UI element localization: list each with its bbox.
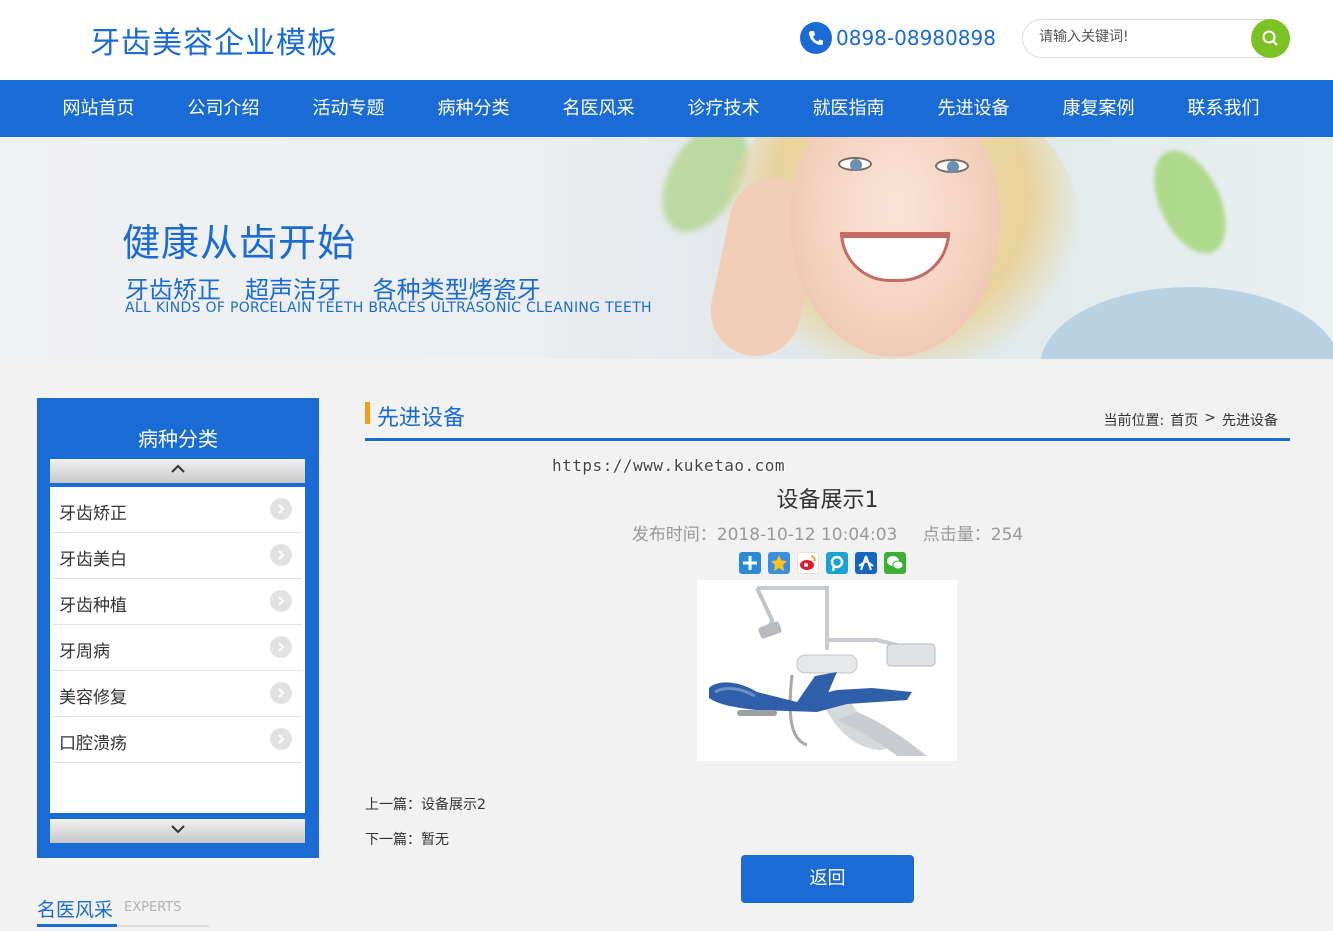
share-bar xyxy=(739,552,906,574)
sidebar-item-whitening[interactable]: 牙齿美白 xyxy=(53,533,302,579)
tencent-icon[interactable] xyxy=(826,552,848,574)
site-logo[interactable]: 牙齿美容企业模板 xyxy=(90,18,338,62)
dental-chair-image xyxy=(697,580,957,761)
sidebar-item-label: 口腔溃疡 xyxy=(59,734,127,754)
experts-subtitle: EXPERTS xyxy=(124,900,182,915)
publish-time: 发布时间：2018-10-12 10:04:03 xyxy=(631,525,898,545)
chevron-right-icon xyxy=(270,682,292,704)
nav-contact[interactable]: 联系我们 xyxy=(1161,80,1286,137)
chevron-right-icon xyxy=(270,498,292,520)
sidebar-item-label: 牙齿种植 xyxy=(59,596,127,616)
weibo-icon[interactable] xyxy=(797,552,819,574)
scroll-down-button[interactable] xyxy=(50,819,305,843)
sidebar-item-periodontal[interactable]: 牙周病 xyxy=(53,625,302,671)
equipment-photo xyxy=(697,580,957,761)
nav-techniques[interactable]: 诊疗技术 xyxy=(661,80,786,137)
sidebar-categories: 病种分类 牙齿矫正 牙齿美白 牙齿种植 牙周病 美容修复 口腔溃疡 xyxy=(37,398,319,858)
content-header: 先进设备 当前位置: 首页 > 先进设备 xyxy=(365,400,1290,441)
banner-english: ALL KINDS OF PORCELAIN TEETH BRACES ULTR… xyxy=(125,300,652,316)
phone-contact: 0898-08980898 xyxy=(800,22,996,54)
search-input[interactable] xyxy=(1039,29,1239,45)
nav-equipment[interactable]: 先进设备 xyxy=(911,80,1036,137)
breadcrumb-label: 当前位置: xyxy=(1103,413,1165,429)
leaf-decoration xyxy=(1139,139,1241,265)
chevron-down-icon xyxy=(171,825,185,834)
scroll-up-button[interactable] xyxy=(50,459,305,483)
chevron-up-icon xyxy=(171,464,185,473)
breadcrumb-current[interactable]: 先进设备 xyxy=(1222,410,1278,430)
sidebar-item-cosmetic[interactable]: 美容修复 xyxy=(53,671,302,717)
main-nav: 网站首页 公司介绍 活动专题 病种分类 名医风采 诊疗技术 就医指南 先进设备 … xyxy=(0,80,1333,137)
experts-section-header: 名医风采 EXPERTS xyxy=(37,893,209,927)
nav-doctors[interactable]: 名医风采 xyxy=(536,80,661,137)
article-title: 设备展示1 xyxy=(776,488,879,513)
experts-title[interactable]: 名医风采 xyxy=(37,895,113,922)
article-meta: 发布时间：2018-10-12 10:04:03 点击量：254 xyxy=(365,520,1290,545)
chevron-right-icon xyxy=(270,590,292,612)
nav-about[interactable]: 公司介绍 xyxy=(161,80,286,137)
search-box xyxy=(1022,19,1290,58)
category-list: 牙齿矫正 牙齿美白 牙齿种植 牙周病 美容修复 口腔溃疡 xyxy=(50,487,305,813)
chevron-right-icon xyxy=(270,544,292,566)
banner-model-shoulder xyxy=(1040,287,1333,359)
watermark-url: https://www.kuketao.com xyxy=(552,456,786,475)
sidebar-item-braces[interactable]: 牙齿矫正 xyxy=(53,487,302,533)
chevron-right-icon xyxy=(270,728,292,750)
sidebar-item-label: 牙周病 xyxy=(59,642,110,662)
sidebar-item-label: 美容修复 xyxy=(59,688,127,708)
banner-model-eye xyxy=(935,159,969,173)
banner-model-eye xyxy=(838,157,872,171)
sidebar-item-label: 牙齿矫正 xyxy=(59,504,127,524)
breadcrumb: 当前位置: 首页 > 先进设备 xyxy=(1104,410,1278,430)
sidebar-title: 病种分类 xyxy=(138,427,218,451)
nav-events[interactable]: 活动专题 xyxy=(286,80,411,137)
search-icon xyxy=(1262,30,1278,46)
phone-icon xyxy=(800,22,832,54)
nav-home[interactable]: 网站首页 xyxy=(36,80,161,137)
page-title: 先进设备 xyxy=(377,406,466,431)
wechat-icon[interactable] xyxy=(884,552,906,574)
header: 牙齿美容企业模板 0898-08980898 xyxy=(0,0,1333,80)
heading-accent-bar xyxy=(365,402,370,424)
nav-guide[interactable]: 就医指南 xyxy=(786,80,911,137)
sidebar-item-ulcer[interactable]: 口腔溃疡 xyxy=(53,717,302,763)
nav-diseases[interactable]: 病种分类 xyxy=(411,80,536,137)
back-button[interactable]: 返回 xyxy=(741,855,914,903)
sidebar-item-implant[interactable]: 牙齿种植 xyxy=(53,579,302,625)
sidebar-item-label: 牙齿美白 xyxy=(59,550,127,570)
next-article-link[interactable]: 下一篇：暂无 xyxy=(365,829,449,849)
experts-underline xyxy=(37,924,117,927)
breadcrumb-separator: > xyxy=(1204,410,1216,426)
qzone-icon[interactable] xyxy=(768,552,790,574)
search-button[interactable] xyxy=(1251,19,1290,58)
previous-article-link[interactable]: 上一篇：设备展示2 xyxy=(365,794,486,814)
breadcrumb-home[interactable]: 首页 xyxy=(1170,410,1198,430)
banner-title: 健康从齿开始 xyxy=(122,221,357,265)
share-plus-icon[interactable] xyxy=(739,552,761,574)
phone-number: 0898-08980898 xyxy=(836,26,996,50)
chevron-right-icon xyxy=(270,636,292,658)
renren-icon[interactable] xyxy=(855,552,877,574)
nav-cases[interactable]: 康复案例 xyxy=(1036,80,1161,137)
view-count: 点击量：254 xyxy=(922,525,1024,545)
hero-banner: 健康从齿开始 牙齿矫正 超声洁牙 各种类型烤瓷牙 ALL KINDS OF PO… xyxy=(0,137,1333,359)
